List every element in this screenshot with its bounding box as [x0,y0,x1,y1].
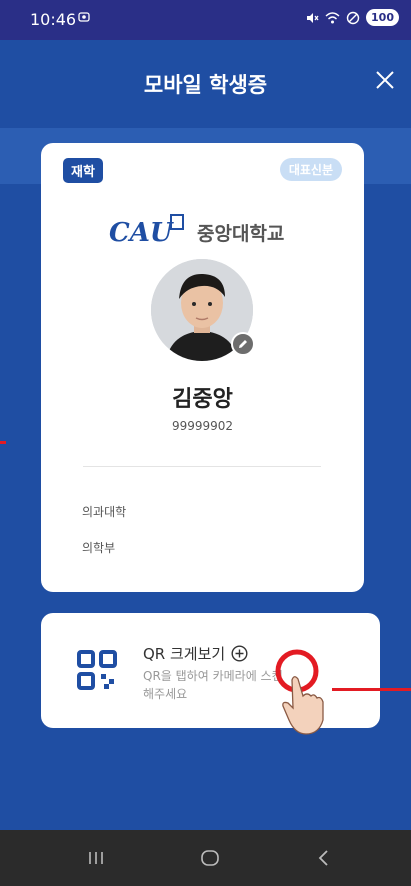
back-icon[interactable] [312,846,336,870]
college-name: 의과대학 [82,505,127,519]
annotation-pointer-left [0,441,6,444]
svg-text:CAU: CAU [109,218,174,247]
annotation-pointer-right [332,688,411,691]
system-navigation-bar [0,830,411,886]
card-divider [83,466,321,467]
qr-description: QR을 탭하여 카메라에 스캔해주세요 [143,669,283,701]
home-icon[interactable] [198,846,222,870]
status-time: 10:46 [30,10,77,29]
student-name: 김중앙 [172,387,233,412]
university-logo: CAU [109,214,184,247]
student-id-number: 99999902 [171,419,234,433]
primary-identity-badge[interactable]: 대표신분 [279,158,342,181]
plus-circle-icon [231,645,248,662]
edit-photo-icon[interactable] [231,332,255,356]
department-name: 의학부 [82,541,116,555]
recent-apps-icon[interactable] [84,846,108,870]
battery-badge: 100 [366,9,399,26]
close-icon[interactable] [373,68,397,92]
qr-code-icon [77,650,117,690]
do-not-disturb-icon [346,11,360,24]
camera-notification-icon [78,12,90,22]
mute-icon [307,12,319,23]
university-name: 중앙대학교 [197,223,285,245]
qr-title: QR 크게보기 [143,643,248,664]
status-bar: 10:46 100 [0,0,411,40]
student-id-card: 재학 대표신분 CAU 중앙대학교 김중앙 99999902 의과대학 의학부 [41,143,364,592]
page-title: 모바일 학생증 [143,73,268,97]
app-header: 모바일 학생증 [0,40,411,128]
status-icons: 100 [305,9,399,26]
wifi-icon [325,11,340,23]
qr-title-label: QR 크게보기 [143,645,226,663]
status-badge: 재학 [63,158,103,183]
tap-gesture-hand-icon [275,649,324,735]
